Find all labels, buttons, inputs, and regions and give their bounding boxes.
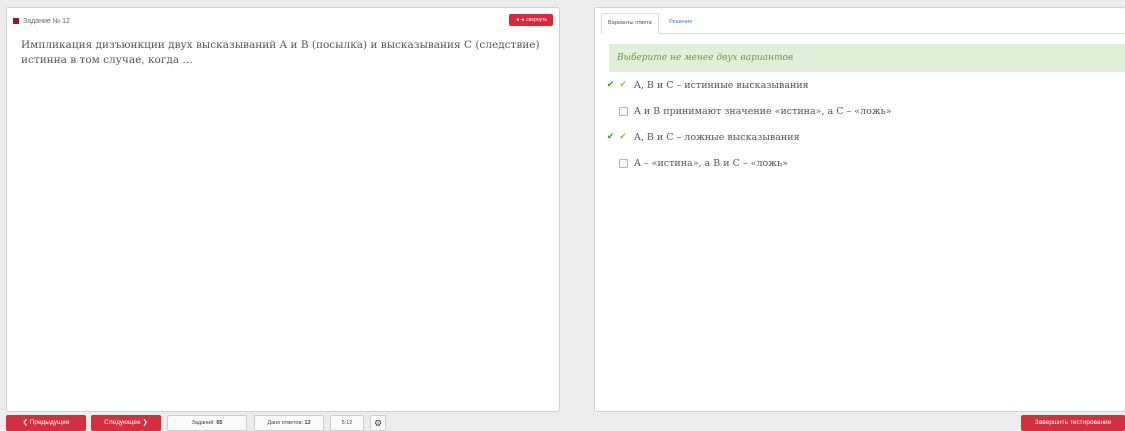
answer-option-label: A – «истина», а B и C – «ложь» — [634, 157, 788, 169]
correct-mark-icon: ✔ — [606, 132, 615, 142]
answer-tabs: Варианты ответа Решение — [601, 13, 1125, 34]
answer-option[interactable]: A и B принимают значение «истина», а C –… — [605, 98, 1125, 124]
answer-option-label: A, B и C – ложные высказывания — [634, 131, 800, 143]
answer-option[interactable]: ✔ ✔ A, B и C – ложные высказывания — [605, 124, 1125, 150]
answers-count: Дано ответов: 12 — [254, 415, 324, 431]
progress-indicator: 5:12 — [330, 415, 364, 431]
task-marker-icon — [13, 18, 19, 24]
next-button[interactable]: Следующее ❯ — [91, 415, 161, 431]
tab-answer-options[interactable]: Варианты ответа — [601, 13, 659, 34]
checkbox-checked-icon[interactable]: ✔ — [619, 80, 627, 90]
question-text: Импликация дизъюнкции двух высказываний … — [21, 39, 540, 66]
task-header: Задание № 12 ◄◄ свернуть — [13, 14, 553, 28]
collapse-button[interactable]: ◄◄ свернуть — [508, 14, 553, 26]
answer-option[interactable]: ✔ ✔ A, B и C – истинные высказывания — [605, 72, 1125, 98]
checkbox-checked-icon[interactable]: ✔ — [619, 132, 627, 142]
answer-option-label: A и B принимают значение «истина», а C –… — [634, 105, 892, 117]
checkbox[interactable] — [618, 106, 628, 116]
tab-solution[interactable]: Решение — [663, 13, 698, 32]
answer-option-label: A, B и C – истинные высказывания — [634, 79, 809, 91]
finish-test-button[interactable]: Завершить тестирование — [1021, 415, 1125, 431]
answer-options: ✔ ✔ A, B и C – истинные высказывания A и… — [605, 72, 1125, 176]
answer-panel: Варианты ответа Решение Выберите не мене… — [594, 7, 1125, 412]
tasks-count: Заданий: 65 — [167, 415, 247, 431]
checkbox[interactable] — [618, 158, 628, 168]
correct-mark-icon: ✔ — [606, 80, 615, 90]
previous-button[interactable]: ❮ Предыдущее — [6, 415, 86, 431]
answer-option[interactable]: A – «истина», а B и C – «ложь» — [605, 150, 1125, 176]
bottom-toolbar: ❮ Предыдущее Следующее ❯ Заданий: 65 Дан… — [0, 415, 1125, 431]
instruction-banner: Выберите не менее двух вариантов — [609, 44, 1125, 72]
gear-icon[interactable]: ⚙ — [370, 415, 386, 431]
question-panel: Задание № 12 ◄◄ свернуть Импликация дизъ… — [6, 7, 560, 412]
task-number: Задание № 12 — [23, 17, 70, 25]
